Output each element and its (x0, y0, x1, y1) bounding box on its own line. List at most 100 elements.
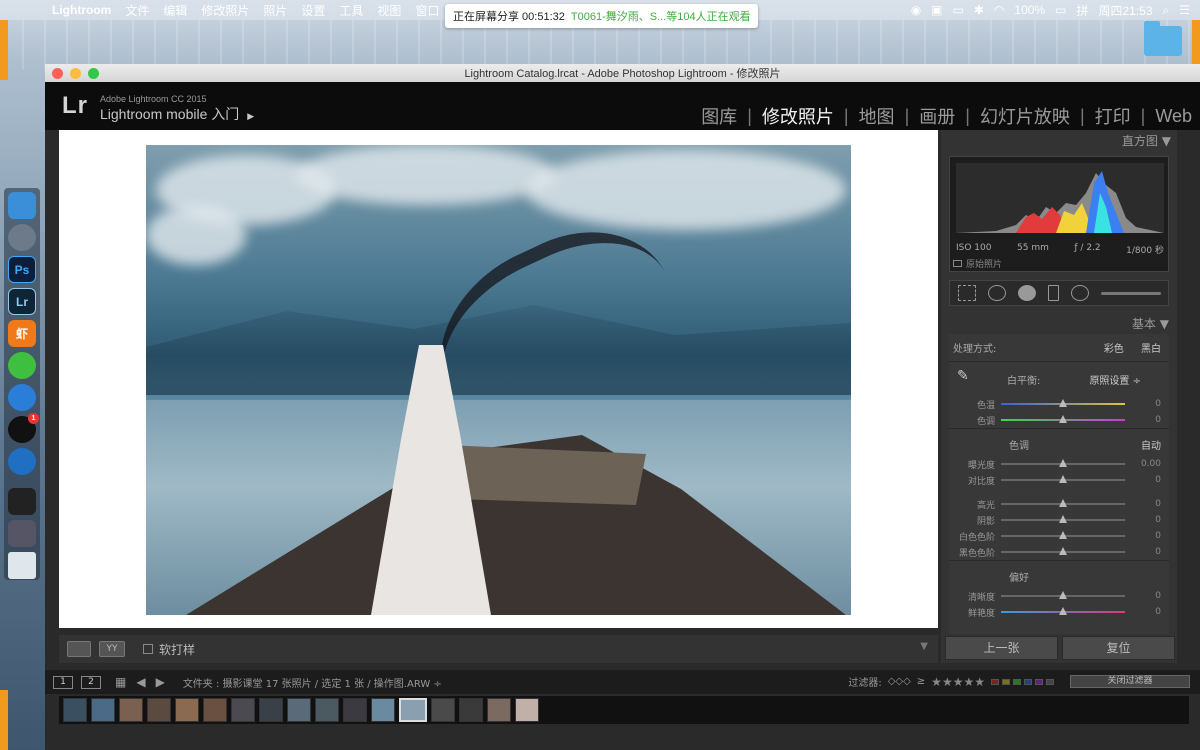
monitor-1-button[interactable]: 1 (53, 675, 73, 689)
menu-develop[interactable]: 修改照片 (201, 2, 249, 19)
lr-mobile-link[interactable]: Lightroom mobile 入门 ▶ (100, 104, 254, 124)
record-icon[interactable]: ◉ (911, 3, 921, 17)
slider-thumb[interactable] (1059, 459, 1067, 467)
filmstrip-thumbnail[interactable] (431, 698, 455, 722)
filmstrip-thumbnail[interactable] (147, 698, 171, 722)
filmstrip-thumbnail[interactable] (343, 698, 367, 722)
grid-view-icon[interactable]: ▦ (115, 675, 126, 689)
menu-file[interactable]: 文件 (125, 2, 149, 19)
slider-thumb[interactable] (1059, 515, 1067, 523)
eyedropper-icon[interactable]: ✎ (957, 368, 979, 390)
rating-operator[interactable]: ≥ (917, 676, 925, 687)
module-print[interactable]: 打印 (1095, 103, 1131, 129)
original-photo-checkbox[interactable] (953, 260, 962, 267)
adjustment-brush-slider[interactable] (1101, 291, 1161, 295)
wechat-icon[interactable] (8, 352, 36, 379)
slider-value[interactable]: 0.00 (1125, 459, 1161, 469)
color-label-filter[interactable] (991, 678, 1054, 685)
slider-thumb[interactable] (1059, 607, 1067, 615)
xiami-icon[interactable]: 虾 (8, 320, 36, 347)
filmstrip-thumbnail[interactable] (399, 698, 427, 722)
slider-track[interactable] (1001, 415, 1125, 423)
safari-icon[interactable] (8, 384, 36, 411)
clock[interactable]: 周四21:53 (1098, 2, 1152, 19)
original-photo-toggle[interactable]: 原始照片 (953, 257, 1002, 270)
slider-thumb[interactable] (1059, 415, 1067, 423)
quicktime-icon[interactable] (8, 448, 36, 475)
wifi-icon[interactable]: ◠ (994, 3, 1004, 17)
forward-arrow-icon[interactable]: ▶ (156, 675, 165, 689)
slider-track[interactable] (1001, 399, 1125, 407)
filmstrip-thumbnail[interactable] (91, 698, 115, 722)
input-method-icon[interactable]: 拼 (1076, 2, 1088, 19)
preview-icon[interactable] (8, 520, 36, 547)
photoshop-icon[interactable]: Ps (8, 256, 36, 283)
color-label-blue[interactable] (1024, 678, 1032, 685)
launchpad-icon[interactable] (8, 224, 36, 251)
slider-track[interactable] (1001, 607, 1125, 615)
basic-header[interactable]: 基本 ▼ (941, 314, 1177, 334)
slider-track[interactable] (1001, 531, 1125, 539)
slider-value[interactable]: 0 (1125, 475, 1161, 485)
filmstrip-thumbnail[interactable] (515, 698, 539, 722)
slider-value[interactable]: 0 (1125, 415, 1161, 425)
desktop-folder-icon[interactable] (1144, 21, 1182, 56)
menu-edit[interactable]: 编辑 (163, 2, 187, 19)
slider-thumb[interactable] (1059, 499, 1067, 507)
battery-label[interactable]: 100% (1014, 3, 1045, 17)
filmstrip-thumbnail[interactable] (119, 698, 143, 722)
slider-value[interactable]: 0 (1125, 547, 1161, 557)
monitor-2-button[interactable]: 2 (81, 675, 101, 689)
filmstrip-thumbnail[interactable] (459, 698, 483, 722)
slider-track[interactable] (1001, 459, 1125, 467)
slider-value[interactable]: 0 (1125, 399, 1161, 409)
menu-view[interactable]: 视图 (377, 2, 401, 19)
spot-removal-icon[interactable] (988, 285, 1006, 301)
color-label-none[interactable] (1046, 678, 1054, 685)
module-slideshow[interactable]: 幻灯片放映 (980, 103, 1070, 129)
screenshot-icon[interactable] (8, 488, 36, 515)
filmstrip-thumbnail[interactable] (287, 698, 311, 722)
previous-button[interactable]: 上一张 (945, 636, 1058, 660)
menu-settings[interactable]: 设置 (301, 2, 325, 19)
slider-track[interactable] (1001, 547, 1125, 555)
slider-track[interactable] (1001, 591, 1125, 599)
module-develop[interactable]: 修改照片 (762, 103, 834, 129)
process-bw[interactable]: 黑白 (1141, 344, 1161, 355)
flag-icon[interactable]: ◇◇◇ (888, 676, 911, 687)
slider-value[interactable]: 0 (1125, 607, 1161, 617)
filmstrip-thumbnail[interactable] (315, 698, 339, 722)
notification-center-icon[interactable]: ☰ (1179, 3, 1190, 17)
wb-select[interactable]: 原照设置 ÷ (1089, 372, 1141, 387)
menu-app-name[interactable]: Lightroom (52, 3, 111, 17)
tone-auto-button[interactable]: 自动 (1141, 437, 1161, 452)
reset-button[interactable]: 复位 (1062, 636, 1175, 660)
histogram-header[interactable]: 直方图 ▼ (941, 130, 1177, 152)
screen-share-banner[interactable]: 正在屏幕分享 00:51:32 T0061-舞汐雨、S...等104人正在观看 (445, 4, 758, 28)
module-map[interactable]: 地图 (859, 103, 895, 129)
filmstrip-source[interactable]: 文件夹 : 摄影课堂 17 张照片 / 选定 1 张 / 操作图.ARW ÷ (183, 675, 442, 690)
color-label-green[interactable] (1013, 678, 1021, 685)
slider-track[interactable] (1001, 499, 1125, 507)
process-color[interactable]: 彩色 (1104, 344, 1124, 355)
color-label-purple[interactable] (1035, 678, 1043, 685)
slider-thumb[interactable] (1059, 531, 1067, 539)
filmstrip-thumbnail[interactable] (203, 698, 227, 722)
graduated-filter-icon[interactable] (1048, 285, 1059, 301)
toolbar-menu-icon[interactable]: ▼ (920, 641, 928, 652)
slider-value[interactable]: 0 (1125, 531, 1161, 541)
lightroom-icon[interactable]: Lr (8, 288, 36, 315)
filmstrip-thumbnail[interactable] (63, 698, 87, 722)
color-label-yellow[interactable] (1002, 678, 1010, 685)
filmstrip-thumbnail[interactable] (231, 698, 255, 722)
slider-thumb[interactable] (1059, 547, 1067, 555)
slider-track[interactable] (1001, 475, 1125, 483)
slider-thumb[interactable] (1059, 591, 1067, 599)
red-eye-icon[interactable] (1018, 285, 1036, 301)
soft-proof-checkbox[interactable] (143, 644, 153, 654)
before-after-button[interactable]: YY (99, 641, 125, 657)
finder-icon[interactable] (8, 192, 36, 219)
rating-stars[interactable]: ★★★★★ (931, 675, 985, 689)
menu-window[interactable]: 窗口 (415, 2, 439, 19)
slider-value[interactable]: 0 (1125, 499, 1161, 509)
